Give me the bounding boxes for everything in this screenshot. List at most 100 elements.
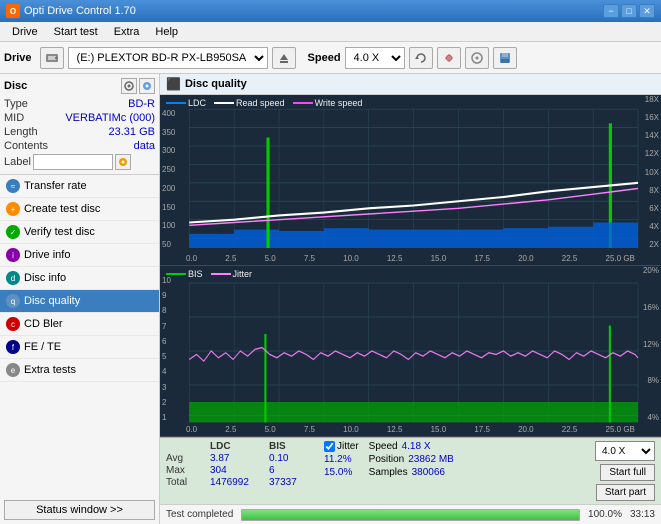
title-bar: O Opti Drive Control 1.70 − □ ✕	[0, 0, 661, 22]
progress-percent: 100.0%	[588, 509, 622, 520]
label-input[interactable]	[33, 154, 113, 170]
chart2-svg	[160, 266, 661, 436]
disc-section: Disc Type BD-R MID VERBATIMc (0	[0, 74, 159, 175]
write-speed-legend: Write speed	[315, 98, 363, 108]
disc-title: Disc	[4, 80, 27, 92]
middle-stats: Jitter 11.2% 15.0%	[324, 441, 359, 478]
nav-disc-quality-label: Disc quality	[24, 295, 80, 307]
status-text: Test completed	[166, 509, 233, 520]
drive-icon-btn[interactable]	[40, 47, 64, 69]
stats-table: LDC BIS Avg 3.87 0.10 Max 304 6 Total 14…	[166, 441, 316, 488]
chart2-y-left: 10987654321	[162, 276, 171, 422]
fe-te-icon: f	[6, 340, 20, 354]
samples-value: 380066	[412, 467, 445, 478]
window-controls: − □ ✕	[603, 4, 655, 18]
nav-disc-info[interactable]: d Disc info	[0, 267, 159, 290]
refresh-button[interactable]	[409, 47, 433, 69]
nav-disc-quality[interactable]: q Disc quality	[0, 290, 159, 313]
chart1-y-right: 18X 16X 14X 12X 10X 8X 6X 4X 2X	[645, 95, 659, 249]
length-label: Length	[4, 126, 38, 138]
read-speed-legend: Read speed	[236, 98, 285, 108]
jitter-checkbox[interactable]	[324, 441, 335, 452]
speed-select[interactable]: 4.0 X	[345, 47, 405, 69]
app-icon: O	[6, 4, 20, 18]
settings-button[interactable]	[437, 47, 461, 69]
nav-create-test-disc[interactable]: + Create test disc	[0, 198, 159, 221]
disc-info-icon: d	[6, 271, 20, 285]
nav-drive-info[interactable]: i Drive info	[0, 244, 159, 267]
mid-label: MID	[4, 112, 24, 124]
chart2: BIS Jitter 20%16%12%8%4% 10987654321	[160, 266, 661, 437]
disc-quality-icon: q	[6, 294, 20, 308]
chart1-svg	[160, 95, 661, 265]
chart2-x-axis: 0.02.55.07.510.012.515.017.520.022.525.0…	[186, 425, 635, 434]
menu-help[interactable]: Help	[147, 24, 186, 40]
speed-position-stats: Speed 4.18 X Position 23862 MB Samples 3…	[369, 441, 454, 478]
quality-title: Disc quality	[185, 78, 247, 90]
nav-verify-test-disc[interactable]: ✓ Verify test disc	[0, 221, 159, 244]
eject-button[interactable]	[272, 47, 296, 69]
nav-cd-bler[interactable]: c CD Bler	[0, 313, 159, 336]
drive-label: Drive	[4, 52, 32, 64]
type-value: BD-R	[128, 98, 155, 110]
chart1-y-left: 400 350 300 250 200 150 100 50	[162, 109, 175, 249]
drive-select[interactable]: (E:) PLEXTOR BD-R PX-LB950SA 1.06	[68, 47, 268, 69]
menu-bar: Drive Start test Extra Help	[0, 22, 661, 42]
length-value: 23.31 GB	[109, 126, 155, 138]
ldc-legend: LDC	[188, 98, 206, 108]
nav-drive-info-label: Drive info	[24, 249, 70, 261]
transfer-rate-icon: ≈	[6, 179, 20, 193]
nav-create-test-label: Create test disc	[24, 203, 100, 215]
menu-extra[interactable]: Extra	[106, 24, 148, 40]
sidebar: Disc Type BD-R MID VERBATIMc (0	[0, 74, 160, 524]
contents-value: data	[134, 140, 155, 152]
toolbar: Drive (E:) PLEXTOR BD-R PX-LB950SA 1.06 …	[0, 42, 661, 74]
disc-btn2[interactable]	[139, 78, 155, 94]
nav-transfer-rate-label: Transfer rate	[24, 180, 87, 192]
nav-verify-test-label: Verify test disc	[24, 226, 95, 238]
contents-label: Contents	[4, 140, 48, 152]
label-label: Label	[4, 156, 31, 168]
speed-label: Speed	[308, 52, 341, 64]
type-label: Type	[4, 98, 28, 110]
menu-start-test[interactable]: Start test	[46, 24, 106, 40]
content-area: ⬛ Disc quality LDC Read speed Write spee…	[160, 74, 661, 524]
nav-transfer-rate[interactable]: ≈ Transfer rate	[0, 175, 159, 198]
nav-extra-tests[interactable]: e Extra tests	[0, 359, 159, 382]
minimize-button[interactable]: −	[603, 4, 619, 18]
maximize-button[interactable]: □	[621, 4, 637, 18]
bis-legend: BIS	[188, 269, 203, 279]
progress-time: 33:13	[630, 509, 655, 520]
main-layout: Disc Type BD-R MID VERBATIMc (0	[0, 74, 661, 524]
position-value: 23862 MB	[408, 454, 454, 465]
verify-test-icon: ✓	[6, 225, 20, 239]
start-full-button[interactable]: Start full	[600, 464, 655, 481]
start-part-button[interactable]: Start part	[596, 484, 655, 501]
avg-jitter: 11.2%	[324, 454, 359, 465]
charts-area: LDC Read speed Write speed 18X 16X 14X 1…	[160, 95, 661, 504]
quality-icon: ⬛	[166, 77, 181, 91]
nav-fe-te-label: FE / TE	[24, 341, 61, 353]
chart1-legend: LDC Read speed Write speed	[166, 98, 362, 108]
menu-drive[interactable]: Drive	[4, 24, 46, 40]
chart1: LDC Read speed Write speed 18X 16X 14X 1…	[160, 95, 661, 266]
status-window-button[interactable]: Status window >>	[4, 500, 155, 520]
quality-header: ⬛ Disc quality	[160, 74, 661, 95]
drive-info-icon: i	[6, 248, 20, 262]
speed-stat-label: Speed	[369, 441, 398, 452]
max-jitter: 15.0%	[324, 467, 359, 478]
app-title: Opti Drive Control 1.70	[24, 5, 136, 17]
disc-btn1[interactable]	[121, 78, 137, 94]
close-button[interactable]: ✕	[639, 4, 655, 18]
save-button[interactable]	[493, 47, 517, 69]
disc-button[interactable]	[465, 47, 489, 69]
chart2-legend: BIS Jitter	[166, 269, 252, 279]
jitter-label: Jitter	[337, 441, 359, 452]
create-test-icon: +	[6, 202, 20, 216]
disc-info-grid: Type BD-R MID VERBATIMc (000) Length 23.…	[4, 98, 155, 170]
extra-tests-icon: e	[6, 363, 20, 377]
speed-dropdown[interactable]: 4.0 X	[595, 441, 655, 461]
label-btn[interactable]	[115, 154, 131, 170]
nav-fe-te[interactable]: f FE / TE	[0, 336, 159, 359]
jitter-row: Jitter	[324, 441, 359, 452]
